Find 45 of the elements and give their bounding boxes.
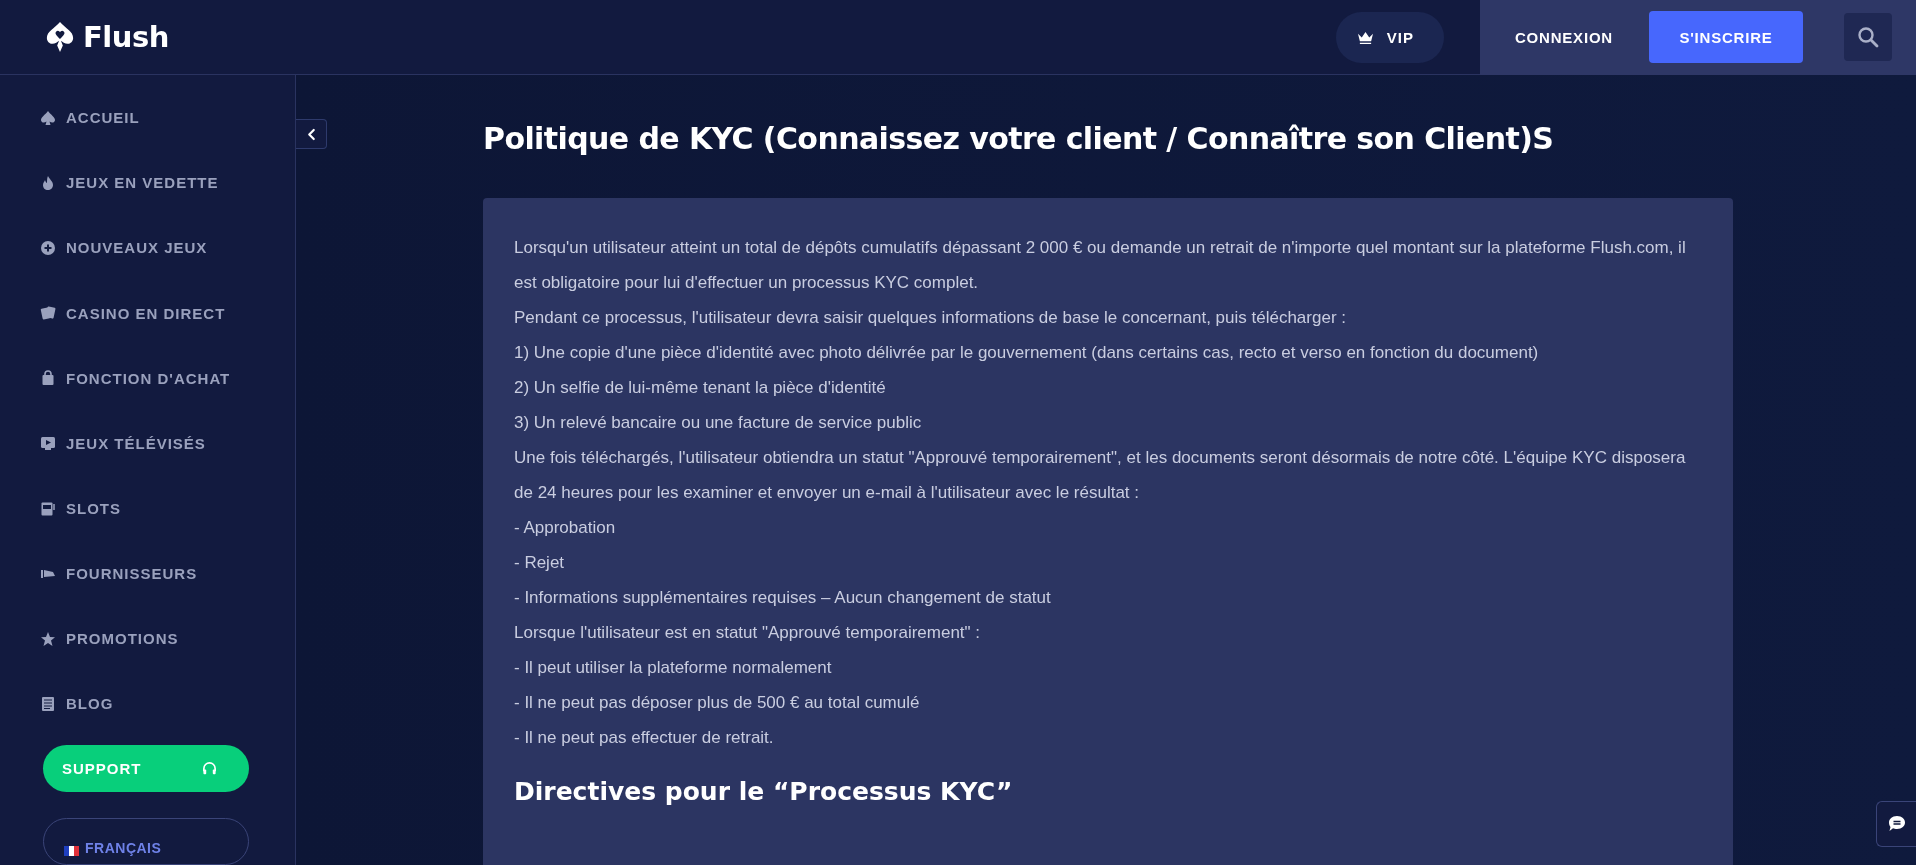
spade-icon xyxy=(40,109,56,126)
nav-item[interactable]: ACCUEIL xyxy=(40,85,140,151)
nav-item[interactable]: FONCTION D'ACHAT xyxy=(40,345,231,411)
spade-logo-icon xyxy=(45,20,75,54)
paragraph: - Il peut utiliser la plateforme normalement xyxy=(514,657,833,679)
headphones-icon xyxy=(201,760,217,776)
nav-item[interactable]: NOUVEAUX JEUX xyxy=(40,215,208,281)
document-icon xyxy=(40,696,56,712)
cards-icon xyxy=(40,305,56,322)
nav-item[interactable]: BLOG xyxy=(40,671,114,737)
plus-circle-icon xyxy=(40,239,56,256)
paragraph: - Rejet xyxy=(514,552,566,574)
chat-button[interactable] xyxy=(1876,801,1916,847)
nav-item[interactable]: JEUX TÉLÉVISÉS xyxy=(40,410,206,476)
paragraph: 3) Un relevé bancaire ou une facture de service public xyxy=(514,412,923,434)
collapse-sidebar-button[interactable] xyxy=(296,119,327,149)
paragraph: - Approbation xyxy=(514,517,617,539)
nav-item[interactable]: PROMOTIONS xyxy=(40,606,179,672)
flame-icon xyxy=(40,174,56,191)
vip-button[interactable]: VIP xyxy=(1335,11,1444,63)
logo-wordmark[interactable]: Flush xyxy=(83,20,169,54)
chevron-left-icon xyxy=(306,127,316,141)
star-icon xyxy=(40,630,56,647)
search-button[interactable] xyxy=(1844,13,1892,61)
paragraph: - Il ne peut pas effectuer de retrait. xyxy=(514,727,775,749)
login-button[interactable]: CONNEXION xyxy=(1514,28,1649,46)
crown-icon xyxy=(1355,29,1375,45)
section-heading: Directives pour le “Processus KYC” xyxy=(514,777,1013,806)
nav-item[interactable]: CASINO EN DIRECT xyxy=(40,280,226,346)
paragraph: 2) Un selfie de lui-même tenant la pièce d'identité xyxy=(514,377,887,399)
nav-item[interactable]: FOURNISSEURS xyxy=(40,541,198,607)
page-title: Politique de KYC (Connaissez votre client / Connaître son Client)S xyxy=(483,121,1554,156)
signup-button[interactable]: S'INSCRIRE xyxy=(1649,11,1803,63)
paragraph: - Il ne peut pas déposer plus de 500 € au total cumulé xyxy=(514,692,921,714)
paragraph: Une fois téléchargés, l'utilisateur obtiendra un statut "Approuvé temporairement", et les documents seront désormais de notre côté. L'équipe KYC disposera de 24 heures pour les examiner et envoyer un e-mail à l'utilisateur avec le résultat : xyxy=(514,447,1687,504)
search-icon xyxy=(1856,25,1880,49)
paragraph: 1) Une copie d'une pièce d'identité avec photo délivrée par le gouvernement (dans certains cas, recto et verso en fonction du document) xyxy=(514,342,1540,364)
paragraph: Lorsque l'utilisateur est en statut "Approuvé temporairement" : xyxy=(514,622,982,644)
nav-item[interactable]: JEUX EN VEDETTE xyxy=(40,150,219,216)
slot-machine-icon xyxy=(40,500,56,517)
paragraph: Lorsqu'un utilisateur atteint un total de dépôts cumulatifs dépassant 2 000 € ou demande un retrait de n'importe quel montant sur la plateforme Flush.com, il est obligatoire pour lui d'effectuer un processus KYC complet. xyxy=(514,237,1687,294)
paragraph: Pendant ce processus, l'utilisateur devra saisir quelques informations de base le concernant, puis télécharger : xyxy=(514,307,1347,329)
play-screen-icon xyxy=(40,435,56,452)
nav-item[interactable]: SLOTS xyxy=(40,475,121,542)
paragraph: - Informations supplémentaires requises – Aucun changement de statut xyxy=(514,587,1052,609)
